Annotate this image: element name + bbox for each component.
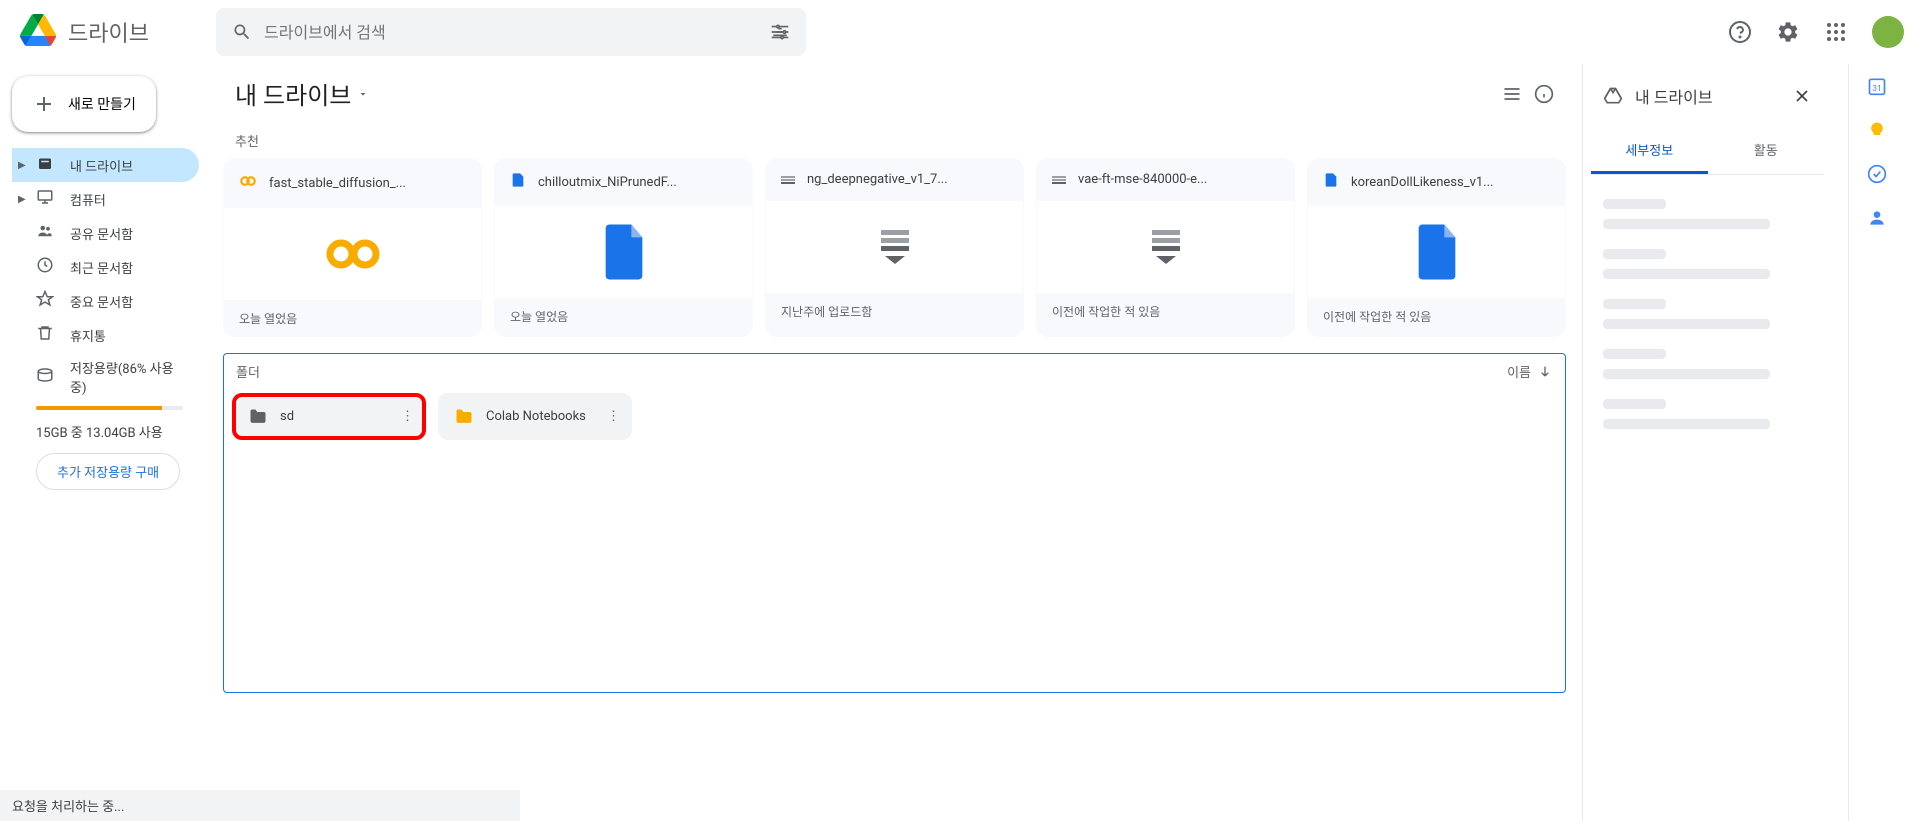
- search-bar[interactable]: [216, 8, 806, 56]
- suggested-status: 오늘 열었음: [494, 298, 753, 335]
- suggested-card-3[interactable]: vae-ft-mse-840000-e... 이전에 작업한 적 있음: [1036, 158, 1295, 337]
- arrow-down-icon: [1537, 364, 1553, 380]
- folders-label: 폴더: [236, 362, 260, 381]
- suggested-thumb: [766, 201, 1023, 293]
- sidebar-item-6[interactable]: 저장용량(86% 사용 중): [12, 352, 199, 402]
- sidebar-item-5[interactable]: 휴지통: [12, 318, 199, 352]
- storage-text: 15GB 중 13.04GB 사용: [12, 418, 215, 445]
- details-title: 내 드라이브: [1635, 84, 1780, 108]
- drive-fill-icon: [36, 154, 54, 176]
- folder-icon: [248, 407, 268, 427]
- suggested-card-1[interactable]: chilloutmix_NiPrunedF... 오늘 열었음: [494, 158, 753, 337]
- sort-toggle[interactable]: 이름: [1507, 362, 1553, 381]
- storage-icon: [36, 366, 54, 388]
- suggested-name: fast_stable_diffusion_...: [269, 176, 406, 191]
- shared-icon: [36, 222, 54, 244]
- status-bar: 요청을 처리하는 중...: [0, 790, 520, 821]
- sidebar-item-2[interactable]: 공유 문서함: [12, 216, 199, 250]
- storage-bar: [36, 406, 183, 410]
- suggested-card-4[interactable]: koreanDollLikeness_v1... 이전에 작업한 적 있음: [1307, 158, 1566, 337]
- binary-icon: [781, 175, 795, 185]
- user-avatar[interactable]: [1872, 16, 1904, 48]
- settings-icon[interactable]: [1768, 12, 1808, 52]
- chevron-down-icon: [357, 88, 369, 100]
- sort-label: 이름: [1507, 362, 1531, 381]
- suggested-thumb: [1308, 206, 1565, 298]
- drive-logo-icon: [16, 10, 60, 54]
- binary-icon: [1052, 175, 1066, 185]
- tab-activity[interactable]: 활동: [1708, 128, 1825, 174]
- suggested-card-0[interactable]: fast_stable_diffusion_... 오늘 열었음: [223, 158, 482, 337]
- sidebar-item-3[interactable]: 최근 문서함: [12, 250, 199, 284]
- sidebar-item-label: 내 드라이브: [70, 156, 133, 175]
- search-icon: [232, 22, 252, 42]
- suggested-name: koreanDollLikeness_v1...: [1351, 175, 1493, 190]
- suggested-status: 오늘 열었음: [223, 300, 482, 337]
- info-icon[interactable]: [1534, 84, 1554, 104]
- sidebar-item-label: 중요 문서함: [70, 292, 133, 311]
- svg-text:31: 31: [1872, 84, 1881, 94]
- suggested-name: vae-ft-mse-840000-e...: [1078, 172, 1207, 187]
- buy-storage-button[interactable]: 추가 저장용량 구매: [36, 453, 180, 490]
- list-view-icon[interactable]: [1502, 84, 1522, 104]
- suggested-thumb: [495, 206, 752, 298]
- folder-more-icon[interactable]: ⋮: [397, 405, 418, 428]
- file-icon: [1323, 172, 1339, 192]
- colab-icon: [239, 172, 257, 194]
- chevron-right-icon: ▶: [18, 160, 26, 171]
- new-button[interactable]: 새로 만들기: [12, 76, 156, 132]
- sidebar-item-4[interactable]: 중요 문서함: [12, 284, 199, 318]
- suggested-thumb: [224, 208, 481, 300]
- logo-area[interactable]: 드라이브: [16, 10, 216, 54]
- chevron-right-icon: ▶: [18, 194, 26, 205]
- suggested-card-2[interactable]: ng_deepnegative_v1_7... 지난주에 업로드함: [765, 158, 1024, 337]
- folder-icon: [454, 407, 474, 427]
- suggested-name: chilloutmix_NiPrunedF...: [538, 175, 677, 190]
- folder-colab-notebooks[interactable]: Colab Notebooks ⋮: [438, 393, 632, 440]
- contacts-app-icon[interactable]: [1867, 208, 1887, 228]
- recent-icon: [36, 256, 54, 278]
- suggested-name: ng_deepnegative_v1_7...: [807, 172, 948, 187]
- calendar-app-icon[interactable]: 31: [1867, 76, 1887, 96]
- suggested-label: 추천: [223, 123, 1566, 158]
- keep-app-icon[interactable]: [1867, 120, 1887, 140]
- new-button-label: 새로 만들기: [68, 94, 136, 114]
- search-options-icon[interactable]: [770, 22, 790, 42]
- folder-sd[interactable]: sd ⋮: [232, 393, 426, 440]
- sidebar-item-label: 공유 문서함: [70, 224, 133, 243]
- details-loading-skeleton: [1591, 175, 1824, 453]
- folder-name: sd: [280, 409, 294, 424]
- computer-icon: [36, 188, 54, 210]
- sidebar-item-label: 최근 문서함: [70, 258, 133, 277]
- breadcrumb-my-drive[interactable]: 내 드라이브: [235, 76, 369, 111]
- page-title: 내 드라이브: [235, 76, 351, 111]
- tasks-app-icon[interactable]: [1867, 164, 1887, 184]
- suggested-thumb: [1037, 201, 1294, 293]
- suggested-status: 이전에 작업한 적 있음: [1036, 293, 1295, 330]
- search-input[interactable]: [264, 23, 758, 42]
- suggested-status: 지난주에 업로드함: [765, 293, 1024, 330]
- drive-outline-icon: [1603, 86, 1623, 106]
- folder-name: Colab Notebooks: [486, 409, 586, 424]
- trash-icon: [36, 324, 54, 346]
- sidebar-item-0[interactable]: ▶ 내 드라이브: [12, 148, 199, 182]
- apps-icon[interactable]: [1816, 12, 1856, 52]
- close-icon[interactable]: [1792, 86, 1812, 106]
- file-icon: [510, 172, 526, 192]
- sidebar-item-1[interactable]: ▶ 컴퓨터: [12, 182, 199, 216]
- suggested-status: 이전에 작업한 적 있음: [1307, 298, 1566, 335]
- folder-more-icon[interactable]: ⋮: [603, 405, 624, 428]
- help-icon[interactable]: [1720, 12, 1760, 52]
- sidebar-item-label: 저장용량(86% 사용 중): [70, 358, 187, 396]
- star-icon: [36, 290, 54, 312]
- tab-details[interactable]: 세부정보: [1591, 128, 1708, 174]
- app-name: 드라이브: [68, 16, 149, 48]
- plus-icon: [32, 92, 56, 116]
- sidebar-item-label: 컴퓨터: [70, 190, 106, 209]
- sidebar-item-label: 휴지통: [70, 326, 106, 345]
